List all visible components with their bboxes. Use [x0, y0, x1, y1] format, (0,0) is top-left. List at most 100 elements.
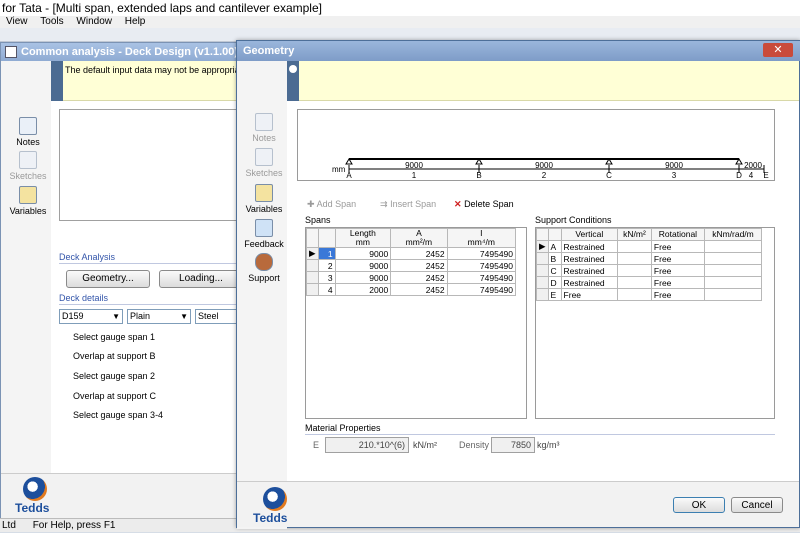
vertical-stiffness-cell[interactable]: [617, 240, 652, 253]
spans-table-panel: Length mm Amm²/m Imm⁴/m ▶ 1 9000 2452 749…: [305, 227, 527, 419]
support-id-cell: B: [547, 252, 562, 265]
table-row[interactable]: ▶ 1 9000 2452 7495490: [306, 247, 517, 260]
vertical-stiffness-header: kN/m²: [617, 228, 652, 241]
span-inertia-cell[interactable]: 7495490: [446, 247, 517, 260]
menu-tools[interactable]: Tools: [40, 16, 63, 27]
variables-icon: [19, 186, 37, 204]
tedds-logo-icon: [263, 487, 287, 511]
table-row[interactable]: 4 2000 2452 7495490: [306, 283, 517, 296]
span-area-cell[interactable]: 2452: [390, 271, 448, 284]
dialog-sidebar-feedback[interactable]: Feedback: [239, 219, 289, 249]
span-inertia-cell[interactable]: 7495490: [446, 283, 517, 296]
menu-view[interactable]: View: [6, 16, 28, 27]
close-button[interactable]: ✕: [763, 43, 793, 57]
insert-span-button[interactable]: ⇉ Insert Span: [380, 199, 436, 210]
loading-button[interactable]: Loading...: [159, 270, 243, 288]
dialog-sidebar-sketches[interactable]: Sketches: [239, 148, 289, 178]
vertical-header: Vertical: [560, 228, 619, 241]
dialog-sidebar-support-label: Support: [248, 273, 280, 283]
span-length-cell[interactable]: 9000: [334, 259, 392, 272]
span-inertia-cell[interactable]: 7495490: [446, 259, 517, 272]
vertical-stiffness-cell[interactable]: [617, 264, 652, 277]
density-input[interactable]: 7850: [491, 437, 535, 453]
rotational-stiffness-cell[interactable]: [703, 276, 763, 289]
chevron-down-icon: ▼: [112, 312, 120, 321]
support-table: Vertical kN/m² Rotational kNm/rad/m ▶ A …: [536, 228, 763, 301]
rotational-cell[interactable]: Free: [650, 276, 705, 289]
sidebar-variables-label: Variables: [9, 206, 47, 216]
rotational-stiffness-cell[interactable]: [703, 288, 763, 301]
table-row[interactable]: C Restrained Free: [536, 264, 763, 277]
span-area-cell[interactable]: 2452: [390, 247, 448, 260]
sidebar-notes[interactable]: Notes: [3, 117, 53, 147]
table-row[interactable]: D Restrained Free: [536, 276, 763, 289]
list-item: Overlap at support B: [73, 351, 156, 361]
span-inertia-cell[interactable]: 7495490: [446, 271, 517, 284]
inertia-header-unit: mm⁴/m: [467, 237, 495, 247]
ok-button[interactable]: OK: [673, 497, 725, 513]
rotational-cell[interactable]: Free: [650, 252, 705, 265]
delete-span-button[interactable]: ✕ Delete Span: [454, 199, 514, 210]
table-row[interactable]: B Restrained Free: [536, 252, 763, 265]
spans-label: Spans: [305, 215, 331, 225]
deck-material-value: Steel: [198, 311, 219, 321]
dialog-sidebar-notes[interactable]: Notes: [239, 113, 289, 143]
sidebar-variables[interactable]: Variables: [3, 186, 53, 216]
span-length-cell[interactable]: 2000: [334, 283, 392, 296]
rotational-stiffness-cell[interactable]: [703, 252, 763, 265]
table-row[interactable]: ▶ A Restrained Free: [536, 240, 763, 253]
deck-profile-select[interactable]: D159 ▼: [59, 309, 123, 324]
sketches-icon: [19, 151, 37, 169]
dialog-sidebar-support[interactable]: Support: [239, 253, 289, 283]
vertical-stiffness-cell[interactable]: [617, 252, 652, 265]
dialog-sidebar-sketches-label: Sketches: [245, 168, 283, 178]
span-area-cell[interactable]: 2452: [390, 283, 448, 296]
menu-help[interactable]: Help: [125, 16, 146, 27]
sidebar-notes-label: Notes: [16, 137, 40, 147]
span-index-cell[interactable]: 4: [317, 283, 336, 296]
span-length-1: 9000: [405, 161, 423, 170]
separator: [305, 434, 775, 435]
table-row[interactable]: 3 9000 2452 7495490: [306, 271, 517, 284]
notes-area: [59, 109, 249, 221]
rotational-cell[interactable]: Free: [650, 240, 705, 253]
status-help-text: For Help, press F1: [32, 520, 116, 531]
deck-finish-select[interactable]: Plain ▼: [127, 309, 191, 324]
vertical-cell[interactable]: Restrained: [560, 252, 619, 265]
table-row[interactable]: 2 9000 2452 7495490: [306, 259, 517, 272]
diagram-unit: mm: [332, 165, 346, 174]
rotational-cell[interactable]: Free: [650, 288, 705, 301]
vertical-cell[interactable]: Free: [560, 288, 619, 301]
span-length-cell[interactable]: 9000: [334, 271, 392, 284]
list-item: Select gauge span 3-4: [73, 410, 164, 420]
vertical-cell[interactable]: Restrained: [560, 240, 619, 253]
deck-profile-value: D159: [62, 311, 84, 321]
vertical-stiffness-cell[interactable]: [617, 288, 652, 301]
vertical-cell[interactable]: Restrained: [560, 276, 619, 289]
sidebar-sketches[interactable]: Sketches: [3, 151, 53, 181]
rotational-stiffness-cell[interactable]: [703, 264, 763, 277]
rotational-cell[interactable]: Free: [650, 264, 705, 277]
area-header-unit: mm²/m: [405, 237, 433, 247]
insert-icon: ⇉: [380, 199, 388, 209]
tedds-logo-icon: [23, 477, 47, 501]
span-index-cell[interactable]: 3: [317, 271, 336, 284]
add-span-button[interactable]: ✚ Add Span: [307, 199, 356, 210]
span-length-cell[interactable]: 9000: [334, 247, 392, 260]
dialog-sidebar-variables[interactable]: Variables: [239, 184, 289, 214]
vertical-cell[interactable]: Restrained: [560, 264, 619, 277]
support-table-panel: Vertical kN/m² Rotational kNm/rad/m ▶ A …: [535, 227, 775, 419]
rotational-stiffness-cell[interactable]: [703, 240, 763, 253]
row-header: [306, 271, 319, 284]
deck-analysis-label: Deck Analysis: [59, 252, 116, 262]
cancel-button[interactable]: Cancel: [731, 497, 783, 513]
table-row[interactable]: E Free Free: [536, 288, 763, 301]
span-area-cell[interactable]: 2452: [390, 259, 448, 272]
e-modulus-input[interactable]: 210.*10^(6): [325, 437, 409, 453]
vertical-stiffness-cell[interactable]: [617, 276, 652, 289]
menu-window[interactable]: Window: [76, 16, 112, 27]
span-index-cell[interactable]: 2: [317, 259, 336, 272]
span-index-cell[interactable]: 1: [317, 247, 336, 260]
density-unit: kg/m³: [537, 440, 560, 450]
geometry-button[interactable]: Geometry...: [66, 270, 150, 288]
